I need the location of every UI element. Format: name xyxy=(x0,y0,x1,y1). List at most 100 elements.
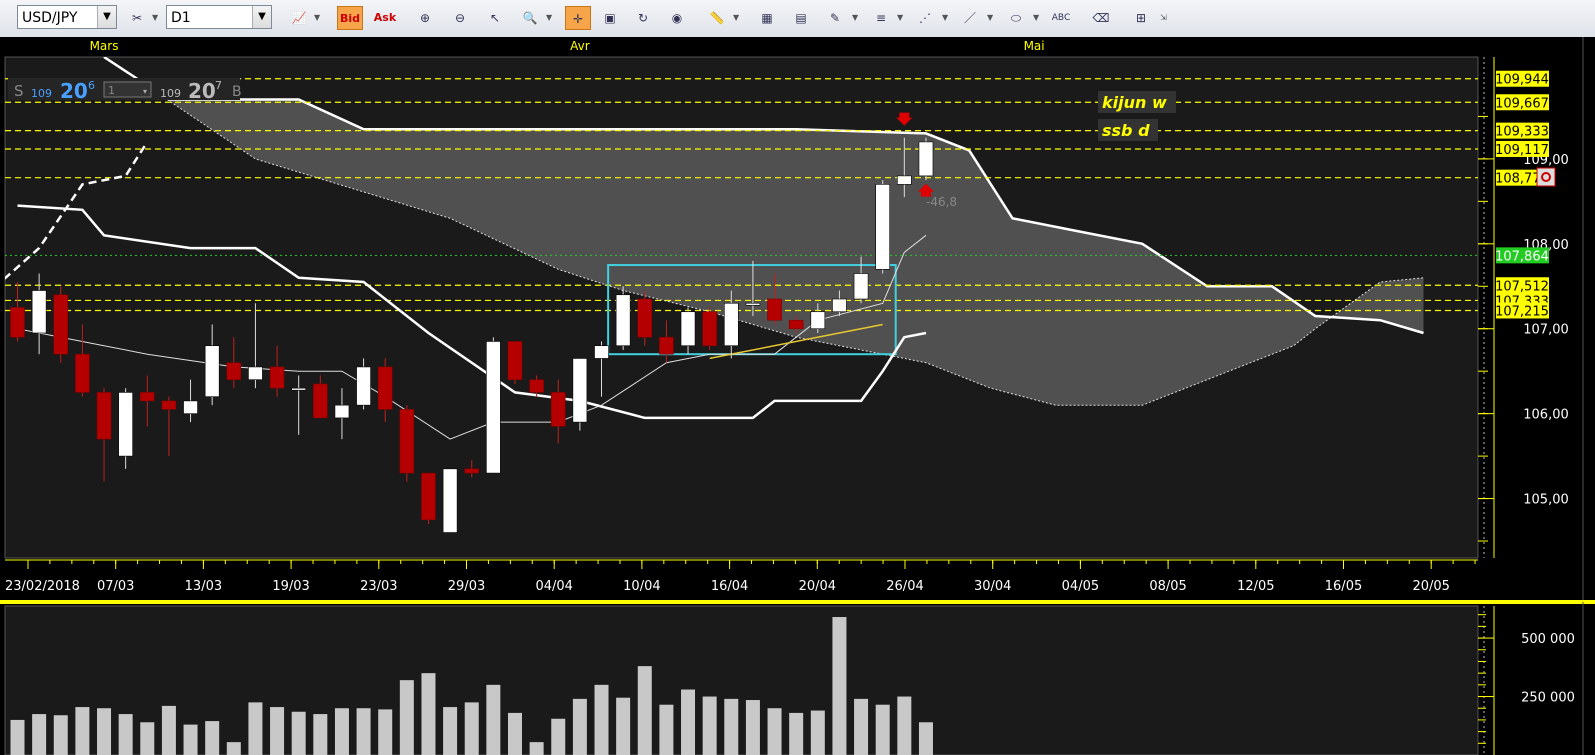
chevron-down-icon[interactable]: ▼ xyxy=(852,6,858,30)
candle-body xyxy=(594,345,609,359)
line-icon[interactable]: ／ xyxy=(957,6,983,30)
quote-panel[interactable]: S 109 20 6 1 ▾ 109 20 7 B xyxy=(8,78,242,103)
chevron-down-icon[interactable]: ▼ xyxy=(152,6,158,30)
zoom-in-icon[interactable]: ⊕ xyxy=(412,6,438,30)
candle-body xyxy=(788,319,804,330)
month-strip xyxy=(5,37,1494,55)
lines-icon[interactable]: ≡ xyxy=(868,6,894,30)
candle-body xyxy=(248,366,263,380)
x-tick-label: 20/05 xyxy=(1412,579,1449,594)
candle-body xyxy=(161,400,177,410)
toolbar: USD/JPY ▼ ✂ ▼ D1 ▼ 📈 ▼ Bid Ask ⊕ ⊖ ↖ 🔍 ▼… xyxy=(0,0,1595,38)
sell-pips[interactable]: 20 xyxy=(60,79,88,103)
candle-body xyxy=(334,404,350,419)
magnifier-icon[interactable]: 🔍 xyxy=(517,6,543,30)
candle-body xyxy=(291,387,306,391)
buy-fraction: 7 xyxy=(215,79,222,92)
tree-icon[interactable]: ⊞ xyxy=(1128,6,1154,30)
volume-chart[interactable]: 250 000 500 000 xyxy=(0,602,1595,755)
ssb-annotation[interactable]: ssb d xyxy=(1102,121,1150,140)
buy-label: B xyxy=(232,84,242,100)
volume-bar xyxy=(810,710,825,755)
price-level-label: 109,117 xyxy=(1495,143,1549,158)
image-icon[interactable]: ▦ xyxy=(754,6,780,30)
ask-button[interactable]: Ask xyxy=(372,6,398,30)
x-tick-label: 19/03 xyxy=(272,579,309,594)
volume-bar xyxy=(789,712,804,755)
screen-icon[interactable]: ▣ xyxy=(597,6,623,30)
globe-icon[interactable]: ◉ xyxy=(664,6,690,30)
bid-button[interactable]: Bid xyxy=(337,6,363,30)
eraser-icon[interactable]: ⌫ xyxy=(1088,6,1114,30)
volume-tick-label: 250 000 xyxy=(1521,691,1575,706)
crosshair-handle[interactable] xyxy=(1536,167,1556,187)
y-tick-label: 105,00 xyxy=(1523,493,1569,508)
ellipse-icon[interactable]: ⬭ xyxy=(1003,6,1029,30)
candle-body xyxy=(637,298,653,338)
candle-body xyxy=(918,141,934,177)
volume-plot-area xyxy=(4,605,1479,755)
candle-body xyxy=(313,383,328,419)
symbol-select[interactable]: USD/JPY ▼ xyxy=(17,5,117,29)
overflow-icon[interactable]: ⇲ xyxy=(1160,6,1167,30)
x-tick-label: 16/05 xyxy=(1325,579,1362,594)
volume-bar xyxy=(702,696,717,755)
text-icon[interactable]: ABC xyxy=(1048,6,1074,30)
chevron-down-icon[interactable]: ▼ xyxy=(942,6,948,30)
refresh-icon[interactable]: ↻ xyxy=(630,6,656,30)
x-tick-label: 26/04 xyxy=(886,579,923,594)
cursor-icon[interactable]: ↖ xyxy=(482,6,508,30)
candle-body xyxy=(767,298,782,321)
month-label: Mars xyxy=(90,39,119,53)
zoom-out-icon[interactable]: ⊖ xyxy=(447,6,473,30)
x-tick-label: 29/03 xyxy=(448,579,485,594)
volume-bar xyxy=(854,698,869,755)
candle-body xyxy=(399,409,415,474)
chevron-down-icon[interactable]: ▼ xyxy=(314,6,320,30)
price-chart[interactable]: Mars Avr Mai S 109 20 6 1 ▾ 109 20 7 B kij… xyxy=(0,37,1595,602)
volume-bar xyxy=(767,708,782,755)
chevron-down-icon[interactable]: ▼ xyxy=(546,6,552,30)
volume-bar xyxy=(594,684,609,755)
chevron-down-icon[interactable]: ▼ xyxy=(252,6,271,28)
volume-bar xyxy=(421,673,436,755)
window-icon[interactable]: ▤ xyxy=(788,6,814,30)
volume-bar xyxy=(724,698,739,755)
volume-bar xyxy=(97,708,112,755)
crosshair-icon[interactable]: ✛ xyxy=(565,6,591,30)
candle-body xyxy=(226,362,242,380)
buy-pips[interactable]: 20 xyxy=(188,79,216,103)
price-delta: -46,8 xyxy=(926,195,957,209)
quantity-stepper-icon[interactable]: ▾ xyxy=(143,87,147,96)
chevron-down-icon[interactable]: ▼ xyxy=(1033,6,1039,30)
tools-icon[interactable]: ✎ xyxy=(822,6,848,30)
chart-type-icon[interactable]: 📈 xyxy=(286,6,312,30)
candle-body xyxy=(486,341,501,474)
x-tick-label: 13/03 xyxy=(185,579,222,594)
volume-bar xyxy=(118,714,133,755)
crosshair-handle-box xyxy=(1536,167,1556,187)
candle-body xyxy=(897,175,912,185)
kijun-annotation[interactable]: kijun w xyxy=(1102,93,1167,112)
volume-bar xyxy=(745,700,760,755)
chevron-down-icon[interactable]: ▼ xyxy=(733,6,739,30)
candle-body xyxy=(810,311,826,330)
unlink-icon[interactable]: ✂ xyxy=(124,6,150,30)
volume-bar xyxy=(32,714,47,755)
volume-bar xyxy=(313,714,328,755)
chevron-down-icon[interactable]: ▼ xyxy=(97,6,116,28)
volume-bar xyxy=(832,617,847,755)
timeframe-select[interactable]: D1 ▼ xyxy=(166,5,272,29)
candle-body xyxy=(702,311,717,347)
volume-bar xyxy=(464,702,479,755)
chevron-down-icon[interactable]: ▼ xyxy=(987,6,993,30)
volume-bar xyxy=(659,704,674,755)
candle-body xyxy=(529,379,544,393)
ruler-icon[interactable]: 📏 xyxy=(704,6,730,30)
candle-body xyxy=(442,468,458,533)
price-level-label: 107,215 xyxy=(1495,304,1549,319)
chevron-down-icon[interactable]: ▼ xyxy=(897,6,903,30)
fibonacci-icon[interactable]: ⋰ xyxy=(912,6,938,30)
candle-body xyxy=(377,366,393,410)
volume-bar xyxy=(226,742,241,755)
